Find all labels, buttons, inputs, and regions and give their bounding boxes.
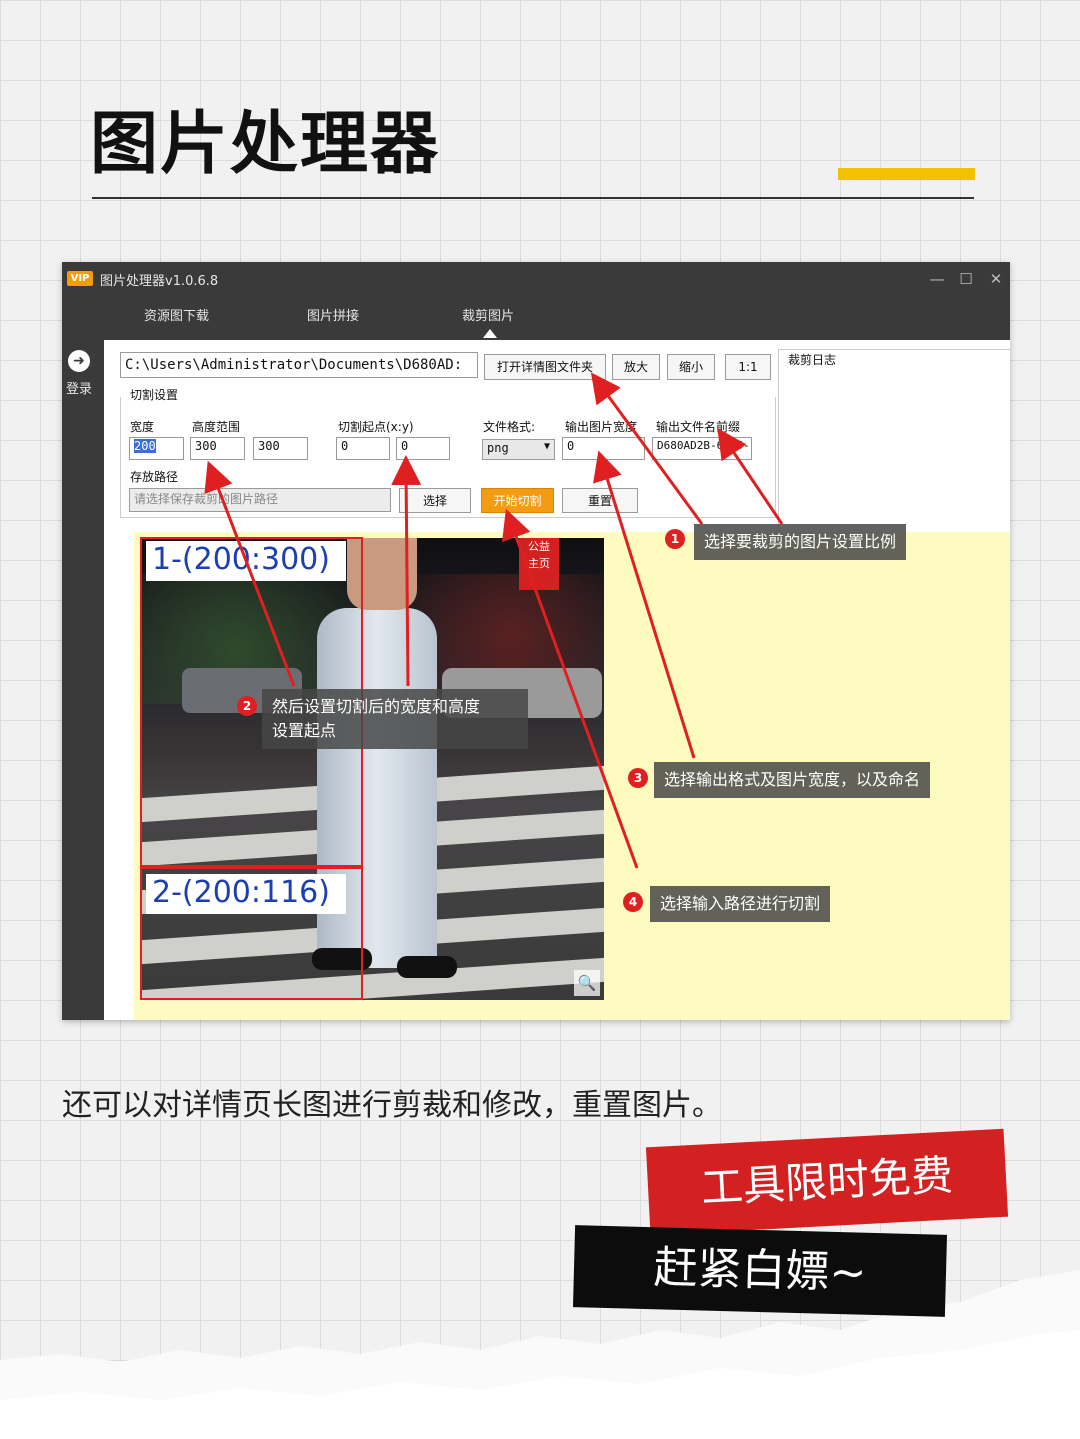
annotation-arrows xyxy=(204,372,784,869)
arrow-step-2-b xyxy=(391,455,422,687)
free-tool-banner: 工具限时免费 xyxy=(645,1128,1009,1236)
arrow-step-3 xyxy=(593,450,696,759)
arrow-step-2-a xyxy=(204,460,296,687)
arrow-step-1-b xyxy=(717,428,784,525)
page-caption: 还可以对详情页长图进行剪裁和修改，重置图片。 xyxy=(62,1088,722,1123)
title-divider xyxy=(92,197,974,199)
page-title: 图片处理器 xyxy=(90,105,441,184)
app-window: VIP 图片处理器v1.0.6.8 — ☐ ✕ 资源图下载 图片拼接 裁剪图片 … xyxy=(62,262,1011,1020)
cta-banner: 赶紧白嫖~ xyxy=(572,1225,948,1317)
title-accent-bar xyxy=(838,168,975,180)
arrow-step-4 xyxy=(502,508,639,869)
